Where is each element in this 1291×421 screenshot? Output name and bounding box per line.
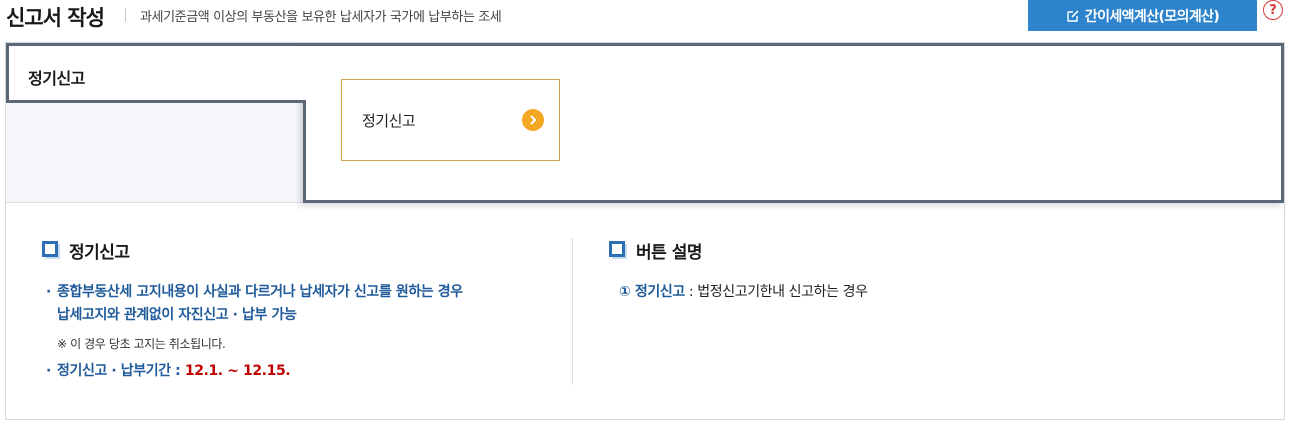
edit-icon — [1066, 9, 1080, 23]
simple-tax-calc-button[interactable]: 간이세액계산(모의계산) — [1028, 0, 1257, 31]
regular-filing-description: 정기신고 종합부동산세 고지내용이 사실과 다르거나 납세자가 신고를 원하는 … — [42, 239, 572, 383]
section-title-buttons: 버튼 설명 — [636, 242, 702, 263]
page-title: 신고서 작성 — [6, 6, 105, 30]
tab-label: 정기신고 — [28, 69, 85, 88]
main-panel: 정기신고 정기신고 정기신고 종합부동산세 고지내용이 사실과 다르거나 납세자… — [5, 42, 1285, 420]
description-bullet: 종합부동산세 고지내용이 사실과 다르거나 납세자가 신고를 원하는 경우 납세… — [42, 281, 572, 327]
section-divider — [572, 238, 573, 385]
button-description: 버튼 설명 ① 정기신고 : 법정신고기한내 신고하는 경우 — [609, 239, 1209, 301]
tab-regular-filing[interactable]: 정기신고 — [6, 43, 306, 103]
filing-period-bullet: 정기신고 · 납부기간 : 12.1. ~ 12.15. — [42, 360, 572, 383]
filing-period: 12.1. ~ 12.15. — [184, 363, 291, 379]
tab-area: 정기신고 정기신고 — [6, 43, 1284, 203]
regular-filing-option[interactable]: 정기신고 — [341, 79, 560, 161]
section-square-icon — [609, 241, 627, 259]
section-square-icon — [42, 241, 60, 259]
section-title-regular: 정기신고 — [69, 242, 130, 263]
help-icon[interactable]: ? — [1263, 0, 1283, 20]
page-subtitle: 과세기준금액 이상의 부동산을 보유한 납세자가 국가에 납부하는 조세 — [140, 10, 502, 25]
chevron-right-icon — [522, 109, 544, 131]
calc-button-label: 간이세액계산(모의계산) — [1084, 8, 1220, 25]
button-description-item: ① 정기신고 : 법정신고기한내 신고하는 경우 — [619, 284, 868, 300]
option-label: 정기신고 — [362, 111, 416, 130]
title-divider — [125, 8, 126, 22]
cancellation-note: ※ 이 경우 당초 고지는 취소됩니다. — [57, 337, 226, 351]
